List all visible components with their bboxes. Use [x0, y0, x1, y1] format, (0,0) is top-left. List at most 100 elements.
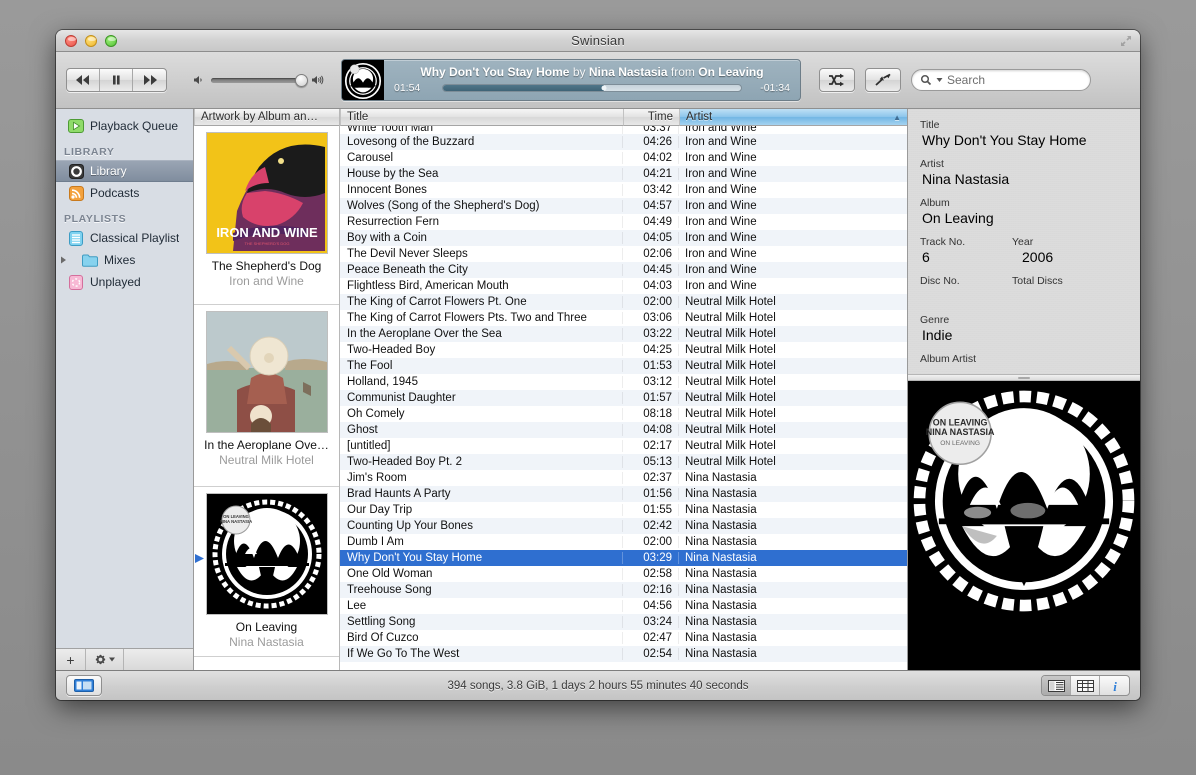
inspector-artwork[interactable]: ON LEAVING NINA NASTASIA ON LEAVING [908, 381, 1140, 670]
table-row[interactable]: Communist Daughter01:57Neutral Milk Hote… [340, 390, 907, 406]
table-row[interactable]: Bird Of Cuzco02:47Nina Nastasia [340, 630, 907, 646]
table-row[interactable]: Holland, 194503:12Neutral Milk Hotel [340, 374, 907, 390]
minimize-button[interactable] [85, 35, 97, 47]
table-row[interactable]: Dumb I Am02:00Nina Nastasia [340, 534, 907, 550]
table-row[interactable]: Two-Headed Boy Pt. 205:13Neutral Milk Ho… [340, 454, 907, 470]
column-header-artist[interactable]: Artist ▲ [679, 109, 907, 126]
table-row[interactable]: Boy with a Coin04:05Iron and Wine [340, 230, 907, 246]
table-row[interactable]: [untitled]02:17Neutral Milk Hotel [340, 438, 907, 454]
add-playlist-button[interactable]: + [56, 649, 86, 670]
artwork-group[interactable]: ON LEAVING NINA NASTASIA On Leaving Nina… [194, 487, 339, 657]
table-row[interactable]: Ghost04:08Neutral Milk Hotel [340, 422, 907, 438]
sidebar-item-playback-queue[interactable]: Playback Queue [56, 115, 193, 137]
cell-title: Peace Beneath the City [340, 264, 623, 276]
table-row[interactable]: Innocent Bones03:42Iron and Wine [340, 182, 907, 198]
seek-slider[interactable] [442, 84, 742, 92]
inspector-value[interactable]: On Leaving [920, 210, 1140, 227]
now-playing-display[interactable]: Why Don't You Stay Home by Nina Nastasia… [341, 59, 801, 101]
volume-control[interactable] [193, 74, 325, 86]
sidebar-action-menu[interactable] [86, 649, 124, 670]
grid-view-button[interactable] [1071, 676, 1100, 695]
cell-artist: Neutral Milk Hotel [679, 296, 907, 308]
table-row[interactable]: One Old Woman02:58Nina Nastasia [340, 566, 907, 582]
shuffle-button[interactable] [819, 68, 855, 92]
inspector-splitter[interactable] [908, 374, 1140, 381]
table-row[interactable]: If We Go To The West02:54Nina Nastasia [340, 646, 907, 662]
cell-time: 03:24 [623, 616, 679, 628]
sidebar-item-mixes[interactable]: Mixes [56, 249, 193, 271]
column-header-time[interactable]: Time [623, 109, 679, 126]
table-row[interactable]: Lee04:56Nina Nastasia [340, 598, 907, 614]
table-row[interactable]: Our Day Trip01:55Nina Nastasia [340, 502, 907, 518]
sidebar-toggle-button[interactable] [66, 675, 102, 696]
volume-slider[interactable] [211, 78, 305, 83]
inspector-value[interactable]: 6 [920, 249, 1012, 266]
next-button[interactable] [133, 69, 166, 91]
table-row[interactable]: Peace Beneath the City04:45Iron and Wine [340, 262, 907, 278]
close-button[interactable] [65, 35, 77, 47]
inspector-value[interactable]: Why Don't You Stay Home [920, 132, 1140, 149]
inspector-value[interactable]: Indie [920, 327, 1140, 344]
album-art-on-leaving[interactable]: ON LEAVING NINA NASTASIA [206, 493, 328, 615]
pause-icon [110, 74, 122, 86]
table-row[interactable]: White Tooth Man03:37Iron and Wine [340, 126, 907, 134]
repeat-button-inner[interactable] [866, 69, 900, 91]
inspector-value[interactable] [920, 288, 1012, 305]
inspector-value[interactable]: 2006 [1012, 249, 1104, 266]
inspector-value[interactable]: Nina Nastasia [920, 171, 1140, 188]
table-row[interactable]: Jim's Room02:37Nina Nastasia [340, 470, 907, 486]
table-row[interactable]: The King of Carrot Flowers Pt. One02:00N… [340, 294, 907, 310]
info-button[interactable]: i [1100, 676, 1129, 695]
table-row[interactable]: Carousel04:02Iron and Wine [340, 150, 907, 166]
cell-title: Bird Of Cuzco [340, 632, 623, 644]
sidebar-item-library[interactable]: Library [56, 160, 193, 182]
chevron-down-icon[interactable] [936, 77, 943, 83]
table-row[interactable]: Two-Headed Boy04:25Neutral Milk Hotel [340, 342, 907, 358]
fullscreen-icon[interactable] [1118, 33, 1134, 49]
table-row[interactable]: Resurrection Fern04:49Iron and Wine [340, 214, 907, 230]
table-row[interactable]: In the Aeroplane Over the Sea03:22Neutra… [340, 326, 907, 342]
table-row[interactable]: Oh Comely08:18Neutral Milk Hotel [340, 406, 907, 422]
column-header-title[interactable]: Title [340, 109, 623, 126]
zoom-button[interactable] [105, 35, 117, 47]
cell-title: Two-Headed Boy [340, 344, 623, 356]
cell-time: 01:53 [623, 360, 679, 372]
table-row[interactable]: Settling Song03:24Nina Nastasia [340, 614, 907, 630]
previous-button[interactable] [67, 69, 100, 91]
np-from-word: from [671, 65, 695, 79]
table-row[interactable]: Flightless Bird, American Mouth04:03Iron… [340, 278, 907, 294]
disclosure-triangle-icon[interactable] [60, 253, 68, 267]
table-row[interactable]: The Devil Never Sleeps02:06Iron and Wine [340, 246, 907, 262]
table-row[interactable]: Wolves (Song of the Shepherd's Dog)04:57… [340, 198, 907, 214]
inspector-value[interactable] [1012, 288, 1104, 305]
sidebar-item-classical-playlist[interactable]: Classical Playlist [56, 227, 193, 249]
repeat-button[interactable] [865, 68, 901, 92]
album-art-aeroplane[interactable] [206, 311, 328, 433]
list-view-button[interactable] [1042, 676, 1071, 695]
search-field[interactable]: Search [911, 69, 1091, 91]
table-row[interactable]: The Fool01:53Neutral Milk Hotel [340, 358, 907, 374]
cell-artist: Iron and Wine [679, 168, 907, 180]
play-pause-button[interactable] [100, 69, 133, 91]
table-row[interactable]: Why Don't You Stay Home03:29Nina Nastasi… [340, 550, 907, 566]
cell-title: In the Aeroplane Over the Sea [340, 328, 623, 340]
table-row[interactable]: Lovesong of the Buzzard04:26Iron and Win… [340, 134, 907, 150]
table-row[interactable]: Counting Up Your Bones02:42Nina Nastasia [340, 518, 907, 534]
sidebar-item-unplayed[interactable]: Unplayed [56, 271, 193, 293]
table-row[interactable]: The King of Carrot Flowers Pts. Two and … [340, 310, 907, 326]
table-row[interactable]: Brad Haunts A Party01:56Nina Nastasia [340, 486, 907, 502]
track-row-list: White Tooth Man03:37Iron and WineLoveson… [340, 126, 907, 670]
table-row[interactable]: House by the Sea04:21Iron and Wine [340, 166, 907, 182]
artwork-column-header[interactable]: Artwork by Album an… [194, 109, 339, 126]
transport-controls [66, 68, 167, 92]
sidebar-item-podcasts[interactable]: Podcasts [56, 182, 193, 204]
shuffle-button-inner[interactable] [820, 69, 854, 91]
artwork-group[interactable]: In the Aeroplane Ove… Neutral Milk Hotel [194, 305, 339, 487]
cell-time: 02:00 [623, 536, 679, 548]
cell-artist: Nina Nastasia [679, 552, 907, 564]
album-art-shepherds-dog[interactable]: IRON AND WINE THE SHEPHERD'S DOG [206, 132, 328, 254]
volume-knob[interactable] [295, 74, 308, 87]
progress-knob[interactable] [601, 86, 606, 91]
artwork-group[interactable]: IRON AND WINE THE SHEPHERD'S DOG The She… [194, 126, 339, 305]
table-row[interactable]: Treehouse Song02:16Nina Nastasia [340, 582, 907, 598]
